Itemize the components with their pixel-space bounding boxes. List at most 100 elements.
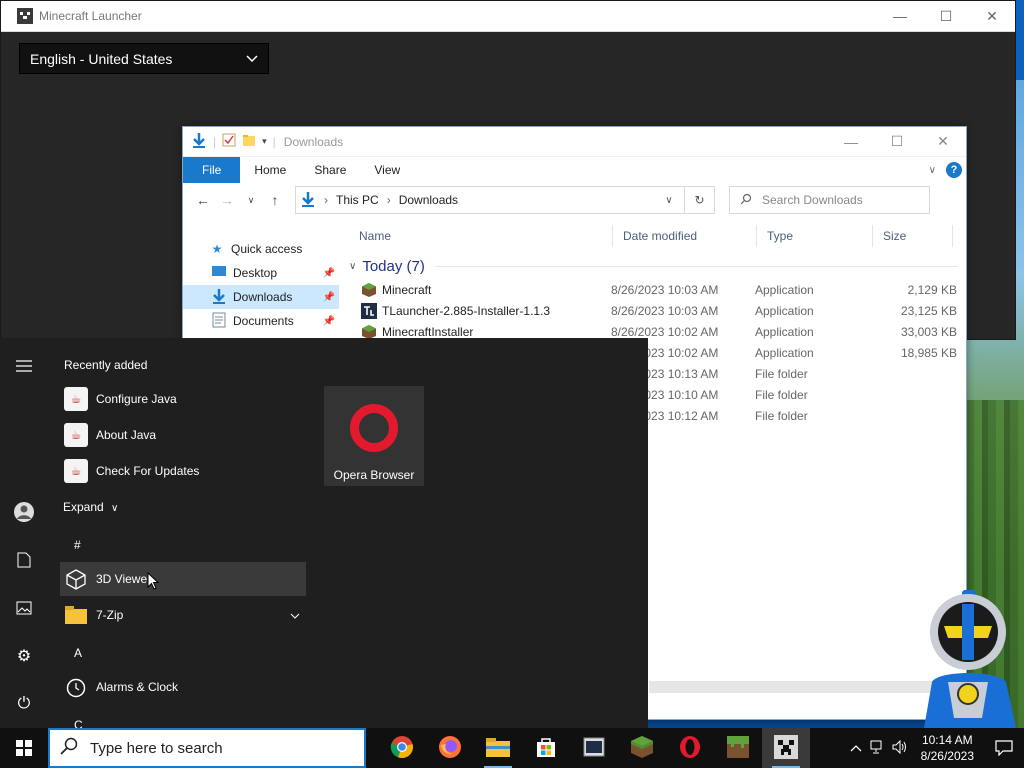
tile-opera-browser[interactable]: Opera Browser [324, 386, 424, 486]
taskbar-chrome[interactable] [378, 728, 426, 768]
pictures-icon[interactable] [0, 588, 48, 628]
start-button[interactable] [0, 728, 48, 768]
search-input[interactable]: Search Downloads [729, 186, 930, 214]
properties-icon[interactable] [222, 133, 236, 150]
app-check-for-updates[interactable]: ☕ Check For Updates [60, 454, 306, 488]
notifications-icon[interactable] [984, 728, 1024, 768]
col-name[interactable]: Name [349, 225, 613, 247]
java-icon: ☕ [64, 423, 88, 447]
downloads-icon [211, 288, 227, 307]
group-header-today[interactable]: ∨ Today (7) [349, 253, 966, 279]
customize-toolbar-icon[interactable]: ▾ [262, 136, 267, 147]
console-icon [583, 736, 605, 761]
clock[interactable]: 10:14 AM 8/26/2023 [911, 732, 984, 764]
file-type: Application [755, 345, 814, 360]
section-letter-a[interactable]: A [74, 646, 82, 660]
settings-gear-icon[interactable]: ⚙ [0, 636, 48, 676]
file-name-cell: Minecraft [349, 282, 611, 298]
close-button[interactable]: ✕ [969, 1, 1015, 31]
network-icon[interactable] [867, 740, 889, 757]
forward-arrow-icon[interactable]: → [215, 192, 239, 208]
desktop-icon [211, 265, 227, 281]
volume-icon[interactable] [889, 739, 911, 757]
minimize-button[interactable]: — [877, 1, 923, 31]
file-type: File folder [755, 387, 808, 402]
hamburger-icon[interactable] [0, 346, 48, 386]
opera-icon [350, 404, 398, 452]
expand-ribbon-icon[interactable]: ∨ [929, 165, 936, 176]
app-label: Configure Java [96, 392, 177, 406]
file-row[interactable]: TLauncher-2.885-Installer-1.1.3 8/26/2023… [349, 300, 966, 321]
file-row[interactable]: Minecraft 8/26/2023 10:03 AM Application 2,… [349, 279, 966, 300]
start-rail: ⚙ ⏻ [0, 338, 48, 728]
launcher-title: Minecraft Launcher [39, 9, 142, 23]
tab-file[interactable]: File [183, 157, 241, 183]
col-date-modified[interactable]: Date modified [613, 225, 757, 247]
taskbar-file-explorer[interactable] [474, 728, 522, 768]
app-about-java[interactable]: ☕ About Java [60, 418, 306, 452]
taskbar-opera[interactable] [666, 728, 714, 768]
nav-documents[interactable]: Documents 📌 [183, 309, 339, 333]
nav-desktop[interactable]: Desktop 📌 [183, 261, 339, 285]
taskbar-java-console[interactable] [570, 728, 618, 768]
file-size: 33,003 KB [900, 324, 957, 339]
explorer-minimize-button[interactable]: — [828, 127, 874, 157]
file-icon [361, 282, 377, 298]
java-icon: ☕ [64, 459, 88, 483]
refresh-icon[interactable]: ↻ [684, 187, 714, 213]
address-bar[interactable]: › This PC › Downloads ∨ ↻ [295, 186, 715, 214]
new-folder-icon[interactable] [242, 133, 256, 150]
back-arrow-icon[interactable]: ← [191, 192, 215, 208]
chevron-down-icon: ∨ [111, 503, 119, 514]
breadcrumb-downloads[interactable]: Downloads [399, 193, 458, 207]
nav-quick-access[interactable]: ★ Quick access [183, 237, 339, 261]
taskbar-tlauncher[interactable] [714, 728, 762, 768]
app-configure-java[interactable]: ☕ Configure Java [60, 382, 306, 416]
explorer-titlebar[interactable]: | ▾ | Downloads — ☐ ✕ [183, 127, 966, 157]
recent-locations-icon[interactable]: ∨ [239, 195, 263, 206]
system-tray: 10:14 AM 8/26/2023 [845, 728, 1024, 768]
breadcrumb-this-pc[interactable]: This PC [336, 193, 379, 207]
app-alarms-clock[interactable]: Alarms & Clock [60, 670, 306, 704]
taskbar: Type here to search 10:14 AM 8/26/2023 [0, 728, 1024, 768]
nav-downloads[interactable]: Downloads 📌 [183, 285, 339, 309]
taskbar-search-input[interactable]: Type here to search [48, 728, 366, 768]
col-type[interactable]: Type [757, 225, 873, 247]
address-dropdown-icon[interactable]: ∨ [654, 195, 684, 206]
app-3d-viewer[interactable]: 3D Viewer [60, 562, 306, 596]
col-size[interactable]: Size [873, 225, 953, 247]
expand-button[interactable]: Expand ∨ [63, 500, 118, 514]
cube-icon [64, 567, 88, 591]
chevron-up-icon[interactable] [845, 741, 867, 755]
up-arrow-icon[interactable]: ↑ [263, 192, 287, 208]
launcher-titlebar[interactable]: Minecraft Launcher — ☐ ✕ [1, 1, 1015, 32]
search-placeholder: Search Downloads [762, 193, 863, 207]
expand-label: Expand [63, 500, 104, 514]
documents-icon[interactable] [0, 540, 48, 580]
section-letter-hash[interactable]: # [74, 538, 81, 552]
app-label: Check For Updates [96, 464, 200, 478]
grass-block-icon [630, 735, 654, 762]
group-label: Today (7) [362, 257, 425, 275]
maximize-button[interactable]: ☐ [923, 1, 969, 31]
taskbar-microsoft-store[interactable] [522, 728, 570, 768]
downloads-icon [300, 191, 316, 210]
explorer-maximize-button[interactable]: ☐ [874, 127, 920, 157]
user-account-icon[interactable] [0, 492, 48, 532]
taskbar-firefox[interactable] [426, 728, 474, 768]
clock-time: 10:14 AM [921, 733, 973, 747]
tab-share[interactable]: Share [300, 157, 360, 183]
explorer-close-button[interactable]: ✕ [920, 127, 966, 157]
file-date: 8/26/2023 10:03 AM [611, 303, 719, 318]
tab-home[interactable]: Home [240, 157, 300, 183]
app-7zip[interactable]: 7-Zip [60, 598, 306, 632]
file-type: Application [755, 303, 814, 318]
tab-view[interactable]: View [360, 157, 414, 183]
search-icon [60, 737, 78, 759]
taskbar-minecraft-launcher[interactable] [762, 728, 810, 768]
help-icon[interactable]: ? [946, 162, 962, 178]
taskbar-minecraft[interactable] [618, 728, 666, 768]
chrome-icon [390, 735, 414, 762]
power-icon[interactable]: ⏻ [0, 684, 48, 724]
language-select[interactable]: English - United States [19, 43, 269, 74]
